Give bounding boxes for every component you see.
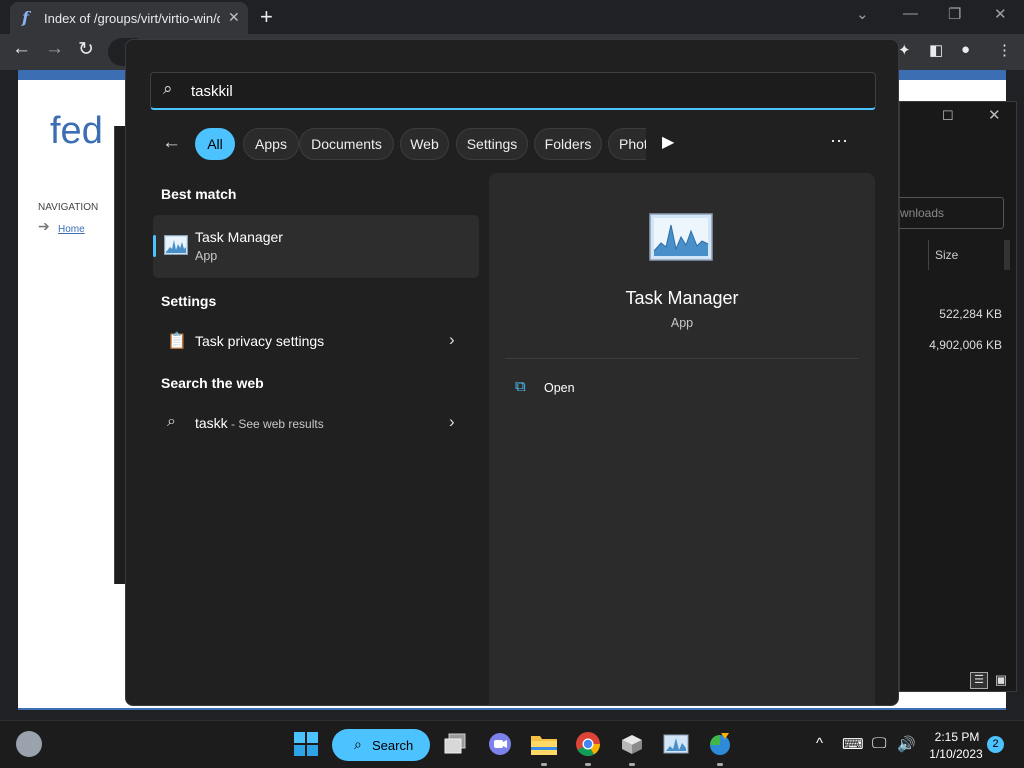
weather-icon[interactable]	[16, 731, 42, 757]
maximize-icon[interactable]: ☐	[942, 108, 954, 124]
network-icon[interactable]: 🖵	[872, 735, 886, 752]
running-indicator	[717, 763, 723, 766]
browser-tab[interactable]: f Index of /groups/virt/virtio-win/d ✕	[10, 2, 248, 34]
filter-all[interactable]: All	[195, 128, 235, 160]
web-search-result[interactable]: ⌕ taskk - See web results ›	[153, 402, 479, 444]
search-icon: ⌕	[354, 736, 362, 752]
tab-close-icon[interactable]: ✕	[228, 9, 240, 26]
back-arrow-icon[interactable]: ←	[162, 132, 181, 154]
search-icon: ⌕	[167, 413, 176, 430]
web-search-result-label: taskk - See web results	[195, 415, 324, 431]
profile-icon[interactable]: ●	[961, 41, 970, 58]
new-tab-button[interactable]: +	[260, 4, 273, 30]
notification-badge[interactable]: 2	[987, 736, 1004, 753]
home-link[interactable]: Home	[58, 224, 85, 235]
file-explorer-window: ☐ ✕ wnloads Size 522,284 KB 4,902,006 KB…	[880, 101, 1017, 692]
column-divider[interactable]	[928, 240, 929, 270]
volume-icon[interactable]: 🔊	[897, 735, 916, 753]
running-indicator	[585, 763, 591, 766]
search-box[interactable]: ⌕	[150, 72, 876, 110]
tab-title: Index of /groups/virt/virtio-win/d	[44, 11, 220, 26]
search-results-list: Best match Task Manager App Settings 📋 T…	[150, 172, 490, 672]
tiles-view-icon[interactable]: ▣	[992, 672, 1010, 689]
details-view-icon[interactable]: ☰	[970, 672, 988, 689]
open-button[interactable]: ⧉ Open	[505, 371, 665, 403]
file-size: 4,902,006 KB	[929, 338, 1002, 352]
settings-result[interactable]: 📋 Task privacy settings ›	[153, 320, 479, 362]
scrollbar[interactable]	[1004, 240, 1010, 270]
back-button[interactable]: ←	[12, 38, 31, 60]
reload-button[interactable]: ↻	[78, 38, 94, 61]
preview-title: Task Manager	[625, 288, 739, 308]
side-panel-icon[interactable]: ◧	[929, 41, 943, 59]
page-footer-bar	[18, 708, 1006, 710]
file-explorer-icon[interactable]	[528, 729, 560, 759]
search-input[interactable]	[191, 79, 851, 103]
result-preview-pane: Task Manager App ⧉ Open	[489, 173, 875, 705]
fedora-logo: fed	[50, 110, 103, 152]
open-external-icon: ⧉	[515, 378, 526, 395]
best-match-result[interactable]: Task Manager App	[153, 215, 479, 278]
web-search-heading: Search the web	[161, 375, 264, 391]
keyboard-icon[interactable]: ⌨	[842, 735, 864, 753]
forward-button[interactable]: →	[45, 38, 64, 60]
search-icon: ⌕	[163, 79, 173, 98]
close-icon[interactable]: ✕	[988, 106, 1001, 124]
selection-indicator	[153, 235, 156, 257]
taskbar-search-button[interactable]: ⌕ Search	[332, 729, 430, 761]
minimize-button[interactable]: —	[903, 5, 918, 22]
divider	[505, 358, 859, 359]
explorer-search-placeholder: wnloads	[900, 206, 945, 220]
taskbar: ⌕ Search ^ ⌨ 🖵 🔊 2:15 PM 1/10/2023 2	[0, 720, 1024, 768]
browser-tab-bar: f Index of /groups/virt/virtio-win/d ✕ +…	[0, 0, 1024, 34]
close-window-button[interactable]: ✕	[994, 5, 1007, 23]
filter-settings[interactable]: Settings	[456, 128, 528, 160]
chevron-up-icon[interactable]: ^	[816, 735, 823, 752]
task-view-icon[interactable]	[440, 729, 472, 759]
best-match-heading: Best match	[161, 186, 237, 202]
running-indicator	[629, 763, 635, 766]
settings-heading: Settings	[161, 293, 217, 309]
settings-result-label: Task privacy settings	[195, 333, 325, 349]
filter-photos[interactable]: Phot	[608, 128, 646, 160]
taskbar-search-label: Search	[372, 738, 414, 753]
preview-type: App	[670, 316, 694, 330]
browser-menu-icon[interactable]: ⋮	[997, 41, 1012, 59]
arrow-right-icon: ➔	[38, 218, 50, 234]
file-size: 522,284 KB	[939, 307, 1002, 321]
task-manager-icon[interactable]	[660, 729, 692, 759]
search-filter-bar: ← All Apps Documents Web Settings Folder…	[150, 128, 876, 162]
clock-date[interactable]: 1/10/2023	[926, 747, 986, 761]
web-search-suffix: - See web results	[227, 417, 324, 431]
best-match-type: App	[195, 249, 218, 263]
filter-documents[interactable]: Documents	[299, 128, 394, 160]
task-manager-icon	[164, 235, 188, 255]
task-manager-icon	[649, 213, 713, 261]
restore-button[interactable]: ❐	[948, 5, 961, 23]
chevron-right-icon[interactable]: ›	[449, 412, 455, 432]
filter-apps[interactable]: Apps	[243, 128, 299, 160]
web-search-query: taskk	[195, 415, 228, 431]
start-button[interactable]	[290, 729, 322, 759]
clock-time[interactable]: 2:15 PM	[930, 730, 984, 744]
navigation-heading: NAVIGATION	[38, 202, 99, 213]
fedora-favicon-icon: f	[22, 8, 29, 27]
chevron-right-icon[interactable]: ›	[449, 330, 455, 350]
best-match-name: Task Manager	[195, 229, 283, 245]
filter-web[interactable]: Web	[400, 128, 449, 160]
more-options-icon[interactable]: ···	[830, 130, 848, 151]
open-label: Open	[544, 381, 575, 395]
running-indicator	[541, 763, 547, 766]
download-manager-icon[interactable]	[704, 729, 736, 759]
scroll-filters-icon[interactable]: ▶	[662, 132, 674, 152]
installer-icon[interactable]	[616, 729, 648, 759]
filter-folders[interactable]: Folders	[534, 128, 602, 160]
start-search-panel: ⌕ ← All Apps Documents Web Settings Fold…	[125, 39, 899, 706]
teams-chat-icon[interactable]	[484, 729, 516, 759]
clipboard-icon: 📋	[167, 333, 187, 350]
extensions-icon[interactable]: ✦	[898, 41, 911, 59]
chrome-icon[interactable]	[572, 729, 604, 759]
size-column-header[interactable]: Size	[935, 248, 958, 262]
tab-search-icon[interactable]: ⌄	[856, 5, 869, 23]
